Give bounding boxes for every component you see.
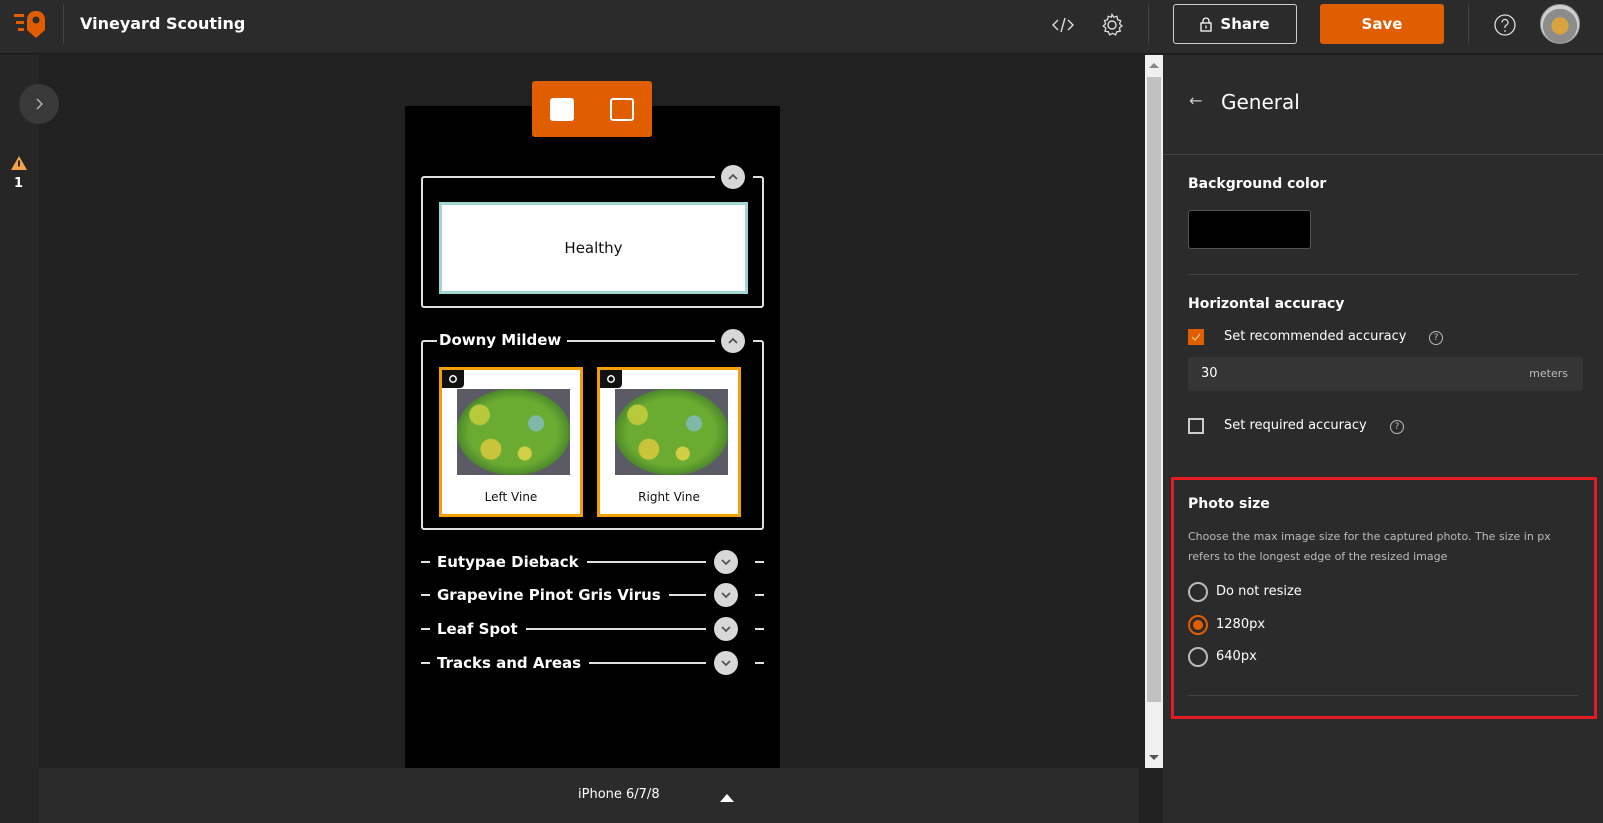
help-icon[interactable]: ? — [1390, 420, 1404, 434]
expand-button[interactable] — [714, 617, 738, 641]
group-tracks-and-areas[interactable]: Tracks and Areas — [421, 651, 764, 675]
preview-scrollbar[interactable] — [1145, 55, 1163, 768]
photo-size-description: Choose the max image size for the captur… — [1188, 530, 1551, 563]
expand-sidebar-button[interactable] — [19, 84, 59, 124]
collapse-button[interactable] — [721, 165, 745, 189]
device-selector[interactable]: iPhone 6/7/8 — [578, 787, 660, 802]
scroll-up-arrow-icon[interactable] — [1149, 63, 1159, 68]
photo-label: Right Vine — [638, 490, 700, 504]
background-color-label: Background color — [1188, 176, 1327, 192]
leaf-photo — [615, 389, 728, 475]
share-label: Share — [1220, 15, 1270, 33]
scrollbar-thumb[interactable] — [1147, 77, 1161, 702]
accuracy-value: 30 — [1201, 366, 1218, 381]
user-avatar[interactable] — [1540, 4, 1580, 44]
radio-label: 1280px — [1216, 617, 1266, 632]
photo-label: Left Vine — [484, 490, 538, 504]
phone-preview: Healthy Downy Mildew Left Vine Right Vin… — [405, 106, 780, 768]
camera-icon — [600, 370, 622, 388]
top-bar: Vineyard Scouting Share Save — [0, 0, 1603, 54]
divider — [1148, 4, 1149, 44]
chevron-down-icon — [721, 559, 731, 566]
choice-label: Healthy — [564, 239, 623, 257]
collapse-button[interactable] — [721, 329, 745, 353]
chevron-up-icon — [728, 173, 738, 180]
gear-icon — [1102, 13, 1124, 36]
required-accuracy-label: Set required accuracy — [1224, 418, 1367, 433]
group-grapevine-pinot-gris-virus[interactable]: Grapevine Pinot Gris Virus — [421, 583, 764, 607]
photo-size-label: Photo size — [1188, 496, 1270, 512]
expand-button[interactable] — [714, 583, 738, 607]
code-button[interactable] — [1048, 10, 1078, 40]
panel-title: General — [1221, 90, 1300, 114]
group-title: Leaf Spot — [437, 617, 526, 641]
radio-label: 640px — [1216, 649, 1257, 664]
required-accuracy-checkbox[interactable] — [1188, 418, 1204, 434]
theme-toggle — [532, 81, 652, 137]
camera-icon — [442, 370, 464, 388]
radio-do-not-resize[interactable] — [1188, 582, 1208, 602]
radio-label: Do not resize — [1216, 584, 1302, 599]
chevron-down-icon — [721, 626, 731, 633]
choice-healthy[interactable]: Healthy — [439, 202, 748, 294]
device-menu-caret-icon[interactable] — [720, 794, 734, 802]
warning-icon[interactable] — [11, 156, 27, 170]
panel-header: ← General — [1163, 55, 1603, 155]
group-healthy: Healthy — [421, 165, 764, 308]
warning-count: 1 — [14, 176, 24, 191]
settings-panel: ← General Background color Horizontal ac… — [1163, 55, 1603, 823]
group-title: Grapevine Pinot Gris Virus — [437, 583, 669, 607]
chevron-down-icon — [721, 592, 731, 599]
chevron-right-icon — [36, 98, 43, 110]
group-title: Eutypae Dieback — [437, 550, 587, 574]
settings-button[interactable] — [1097, 10, 1127, 40]
group-eutypae-dieback[interactable]: Eutypae Dieback — [421, 550, 764, 574]
divider — [63, 4, 64, 44]
divider — [1188, 695, 1578, 696]
code-icon — [1052, 17, 1074, 33]
chevron-down-icon — [721, 660, 731, 667]
background-color-swatch[interactable] — [1188, 210, 1311, 249]
recommended-accuracy-checkbox[interactable] — [1188, 329, 1204, 345]
filled-theme-button[interactable] — [550, 98, 574, 121]
divider — [1468, 4, 1469, 44]
app-logo-icon[interactable] — [14, 9, 48, 39]
leaf-photo — [457, 389, 570, 475]
checkmark-icon — [1191, 333, 1201, 341]
help-button[interactable] — [1490, 10, 1520, 40]
photo-right-vine[interactable]: Right Vine — [597, 367, 741, 517]
divider — [1188, 274, 1578, 275]
horizontal-accuracy-label: Horizontal accuracy — [1188, 296, 1345, 312]
radio-1280px[interactable] — [1188, 615, 1208, 635]
expand-button[interactable] — [714, 651, 738, 675]
group-downy-mildew: Downy Mildew Left Vine Right Vine — [421, 329, 764, 530]
app-title: Vineyard Scouting — [80, 14, 246, 33]
photo-left-vine[interactable]: Left Vine — [439, 367, 583, 517]
group-leaf-spot[interactable]: Leaf Spot — [421, 617, 764, 641]
save-button[interactable]: Save — [1320, 4, 1444, 44]
help-icon[interactable]: ? — [1429, 331, 1443, 345]
help-icon — [1494, 14, 1516, 36]
recommended-accuracy-input[interactable]: 30 meters — [1188, 357, 1583, 391]
group-title: Tracks and Areas — [437, 651, 590, 675]
group-title: Downy Mildew — [437, 329, 568, 351]
recommended-accuracy-label: Set recommended accuracy — [1224, 329, 1407, 344]
expand-button[interactable] — [714, 550, 738, 574]
scroll-down-arrow-icon[interactable] — [1149, 755, 1159, 760]
accuracy-unit: meters — [1529, 367, 1568, 380]
device-bar: iPhone 6/7/8 — [39, 768, 1139, 823]
left-rail — [0, 55, 39, 823]
radio-640px[interactable] — [1188, 647, 1208, 667]
outline-theme-button[interactable] — [610, 98, 634, 121]
chevron-up-icon — [728, 337, 738, 344]
lock-icon — [1200, 16, 1213, 32]
share-button[interactable]: Share — [1173, 4, 1297, 44]
back-arrow-icon[interactable]: ← — [1189, 91, 1202, 110]
